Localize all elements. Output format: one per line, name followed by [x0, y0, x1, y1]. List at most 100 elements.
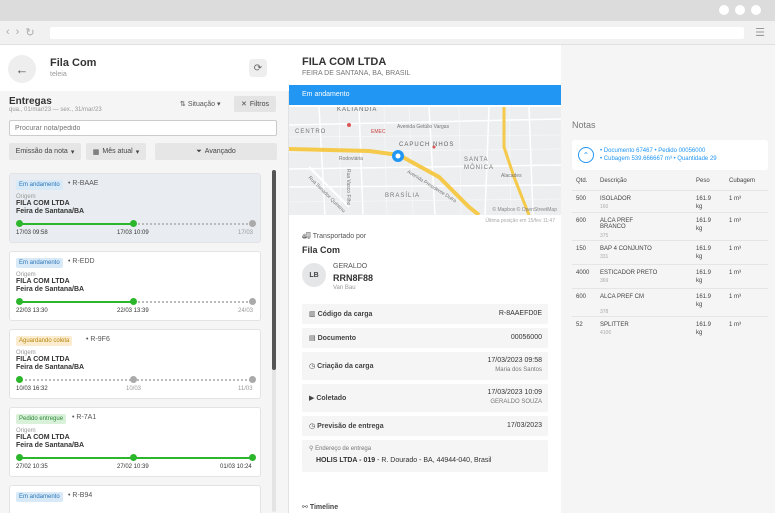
item-code: 4106 [600, 330, 612, 336]
list-scroll-thumb[interactable] [272, 170, 276, 370]
info-row-creation: ◷ Criação da carga 17/03/2023 09:58 Mari… [302, 352, 548, 380]
clock-icon: ◷ [309, 423, 318, 430]
forward-arrow-icon[interactable]: › [16, 26, 20, 39]
company-address: FEIRA DE SANTANA, BA, BRASIL [302, 70, 411, 77]
item-qtd: 600 [576, 218, 587, 224]
document-line2: • Cubagem 539.666667 m³ • Quantidade 29 [600, 156, 717, 162]
chevron-up-icon[interactable]: ⌃ [578, 147, 594, 163]
status-badge: Aguardando coleta [16, 336, 73, 346]
window-dot-icon[interactable] [735, 5, 745, 15]
caret-down-icon: ▾ [70, 148, 75, 156]
timeline-label: Timeline [309, 504, 339, 511]
origin-city: Feira de Santana/BA [16, 442, 85, 449]
truck-icon [130, 376, 137, 383]
status-badge: Pedido entregue [16, 414, 67, 424]
step-dot-icon [16, 376, 23, 383]
table-row: 600 ALCA PREF CM 378 161.9 kg 1 m³ [572, 288, 768, 316]
delivery-card[interactable]: Em andamento • R-EDD Origem FILA COM LTD… [9, 251, 261, 321]
back-arrow-icon[interactable]: ‹ [6, 26, 10, 39]
situation-dropdown[interactable]: ⇅ Situação ▾ [180, 100, 221, 108]
row-label-text: Coletado [316, 395, 347, 402]
address-bar[interactable] [50, 27, 744, 39]
delivery-card[interactable]: Pedido entregue • R-7A1 Origem FILA COM … [9, 407, 261, 477]
window-dot-icon[interactable] [719, 5, 729, 15]
item-desc: ALCA PREF BRANCO [600, 218, 634, 230]
address-value: HOLIS LTDA - 019 - R. Dourado - BA, 4494… [316, 457, 491, 464]
item-unit: kg [696, 254, 703, 260]
delivery-card[interactable]: Em andamento • R-BAAE Origem FILA COM LT… [9, 173, 261, 243]
calendar-icon: ▦ [92, 148, 100, 156]
item-qtd: 600 [576, 294, 587, 300]
item-desc: BAP 4 CONJUNTO [600, 246, 652, 252]
map-label: Rodoviária [339, 156, 363, 162]
delivery-card[interactable]: Em andamento • R-B94 [9, 485, 261, 513]
map-label: EMEC [371, 129, 386, 135]
row-value: 00056000 [510, 334, 542, 341]
map-label: KALIANDIA [337, 107, 378, 113]
item-code: 378 [600, 309, 609, 315]
truck-icon: 🚚︎ [302, 233, 311, 240]
col-header: Cubagem [729, 178, 756, 184]
page-title: Fila Com [50, 57, 97, 69]
row-sub: Maria dos Santos [495, 367, 542, 373]
document-line1: • Documento 67467 • Pedido 00056000 [600, 148, 706, 154]
barcode-icon: ▥ [309, 311, 318, 318]
map-label: CAPUCH NHOS [399, 142, 455, 148]
row-sub: GERALDO SOUZA [490, 399, 542, 405]
row-value: 17/03/2023 10:09 [487, 389, 543, 396]
step-dot-icon [16, 454, 23, 461]
advanced-filter-button[interactable]: ⏷ Avançado [155, 143, 277, 160]
row-label: ◷ Previsão de entrega [309, 422, 384, 430]
address-label-text: Endereço de entrega [315, 446, 372, 452]
check-icon [249, 298, 256, 305]
left-header: ← Fila Com teleia ⟳ [0, 45, 289, 91]
item-weight: 161.9 [696, 322, 712, 328]
map-label: CENTRO [295, 129, 327, 135]
row-label-text: Documento [317, 335, 357, 342]
document-card[interactable]: ⌃ • Documento 67467 • Pedido 00056000 • … [572, 140, 768, 170]
search-input[interactable] [9, 120, 277, 136]
delivery-list: Em andamento • R-BAAE Origem FILA COM LT… [9, 173, 261, 513]
time-end: 24/03 [238, 308, 254, 314]
check-icon [249, 220, 256, 227]
browser-nav: ‹ › ↻ [6, 26, 35, 39]
delivery-card[interactable]: Aguardando coleta • R-9F6 Origem FILA CO… [9, 329, 261, 399]
notes-title: Notas [572, 120, 596, 130]
refresh-button[interactable]: ⟳ [249, 59, 267, 77]
back-button[interactable]: ← [8, 55, 36, 83]
month-filter-button[interactable]: ▦ Mês atual ▾ [86, 143, 146, 160]
advanced-filter-label: Avançado [204, 148, 236, 155]
close-icon: ✕ [241, 101, 247, 108]
item-weight: 161.9 [696, 246, 712, 252]
hamburger-menu-icon[interactable]: ☰ [755, 26, 765, 39]
timeline-header[interactable]: ⚯ Timeline [302, 503, 338, 511]
col-header: Descrição [600, 178, 627, 184]
browser-toolbar: ‹ › ↻ ☰ [0, 21, 775, 45]
delivery-map[interactable]: KALIANDIA CENTRO EMEC Avenida Getúlio Va… [289, 107, 561, 215]
progress-track [16, 220, 256, 228]
row-value: 17/03/2023 09:58 [487, 357, 543, 364]
reload-icon[interactable]: ↻ [25, 26, 34, 39]
emission-filter-button[interactable]: Emissão da nota ▾ [9, 143, 81, 160]
caret-down-icon: ▾ [217, 101, 221, 108]
funnel-icon: ⏷ [196, 147, 202, 155]
item-code: 369 [600, 278, 609, 284]
time-start: 17/03 09:58 [16, 230, 48, 236]
table-row: 500 ISOLADOR 160 161.9 kg 1 m³ [572, 190, 768, 212]
origin-name: FILA COM LTDA [16, 278, 70, 285]
avatar: LB [302, 263, 326, 287]
step-dot-icon [130, 298, 137, 305]
step-dot-icon [16, 298, 23, 305]
window-dot-icon[interactable] [751, 5, 761, 15]
item-unit: kg [696, 278, 703, 284]
origin-city: Feira de Santana/BA [16, 364, 85, 371]
delivery-detail-panel: FILA COM LTDA FEIRA DE SANTANA, BA, BRAS… [289, 45, 775, 513]
item-unit: kg [696, 204, 703, 210]
row-label: ◷ Criação da carga [309, 362, 373, 370]
filters-button[interactable]: ✕ Filtros [234, 96, 276, 112]
time-mid: 22/03 13:39 [117, 308, 149, 314]
delivery-ref: • R-B94 [68, 492, 93, 499]
browser-titlebar [0, 0, 775, 21]
item-desc: ALCA PREF CM [600, 294, 645, 300]
row-value: 17/03/2023 [506, 422, 542, 429]
